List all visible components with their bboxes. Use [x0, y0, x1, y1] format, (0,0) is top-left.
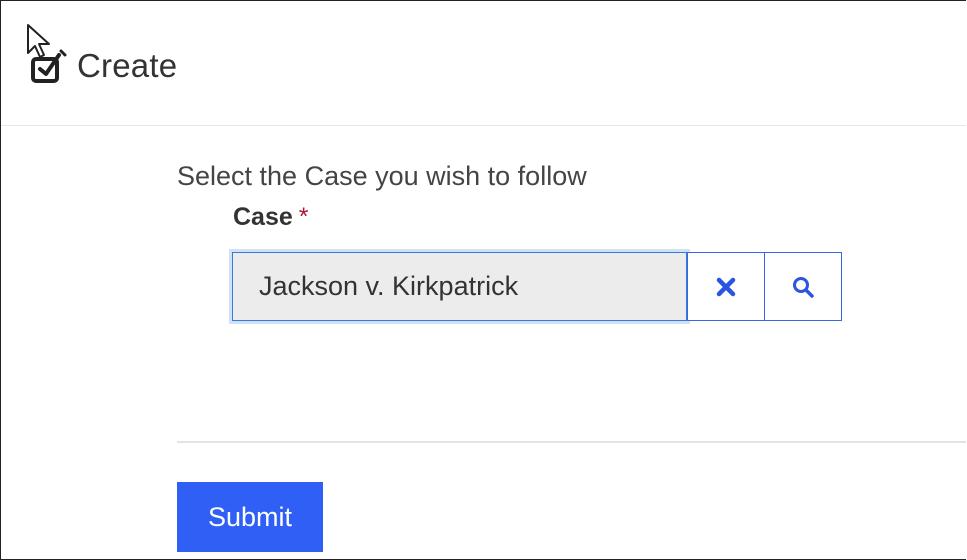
- page-title: Create: [77, 47, 178, 84]
- search-icon: [793, 276, 814, 298]
- required-indicator: *: [298, 203, 309, 231]
- create-edit-icon: [31, 49, 67, 83]
- case-label-text: Case: [233, 203, 293, 231]
- submit-button[interactable]: Submit: [177, 482, 323, 552]
- page-frame: Create Select the Case you wish to follo…: [0, 0, 966, 560]
- form-divider: [177, 441, 966, 443]
- close-icon: [716, 277, 736, 296]
- case-field-label: Case *: [233, 203, 309, 232]
- form-instructions: Select the Case you wish to follow: [177, 161, 587, 191]
- case-lookup-value[interactable]: Jackson v. Kirkpatrick: [232, 252, 687, 321]
- search-case-button[interactable]: [765, 252, 842, 321]
- case-lookup-field: Jackson v. Kirkpatrick: [232, 252, 842, 321]
- clear-case-button[interactable]: [687, 252, 765, 321]
- page-header: Create: [1, 1, 966, 126]
